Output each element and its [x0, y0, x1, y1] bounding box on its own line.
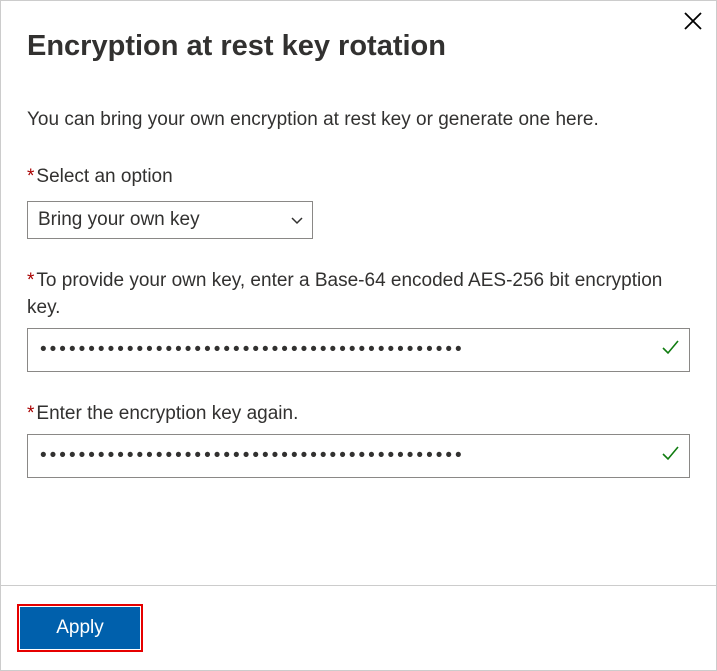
- close-icon: [684, 9, 702, 36]
- required-indicator: *: [27, 270, 34, 291]
- select-option-label-text: Select an option: [36, 166, 172, 187]
- encryption-key-label-text: To provide your own key, enter a Base-64…: [27, 270, 662, 319]
- encryption-rotation-panel: Encryption at rest key rotation You can …: [0, 0, 717, 671]
- encryption-key-confirm-label: *Enter the encryption key again.: [27, 400, 690, 428]
- select-option-label: *Select an option: [27, 163, 690, 191]
- panel-content: Encryption at rest key rotation You can …: [1, 1, 716, 478]
- select-option-wrapper: Bring your own key: [27, 201, 313, 239]
- encryption-key-confirm-label-text: Enter the encryption key again.: [36, 403, 298, 424]
- encryption-key-label: *To provide your own key, enter a Base-6…: [27, 267, 690, 322]
- encryption-key-confirm-input[interactable]: [27, 434, 690, 478]
- encryption-key-input[interactable]: [27, 328, 690, 372]
- required-indicator: *: [27, 403, 34, 424]
- apply-button-highlight: Apply: [17, 604, 143, 652]
- required-indicator: *: [27, 166, 34, 187]
- close-button[interactable]: [680, 7, 706, 39]
- encryption-key-input-wrapper: [27, 328, 690, 372]
- encryption-key-confirm-field: *Enter the encryption key again.: [27, 400, 690, 478]
- encryption-key-confirm-input-wrapper: [27, 434, 690, 478]
- select-option-field: *Select an option Bring your own key: [27, 163, 690, 239]
- apply-button[interactable]: Apply: [20, 607, 140, 649]
- panel-description: You can bring your own encryption at res…: [27, 106, 690, 134]
- panel-title: Encryption at rest key rotation: [27, 29, 690, 64]
- panel-footer: Apply: [1, 585, 716, 670]
- select-option-dropdown[interactable]: Bring your own key: [27, 201, 313, 239]
- encryption-key-field: *To provide your own key, enter a Base-6…: [27, 267, 690, 372]
